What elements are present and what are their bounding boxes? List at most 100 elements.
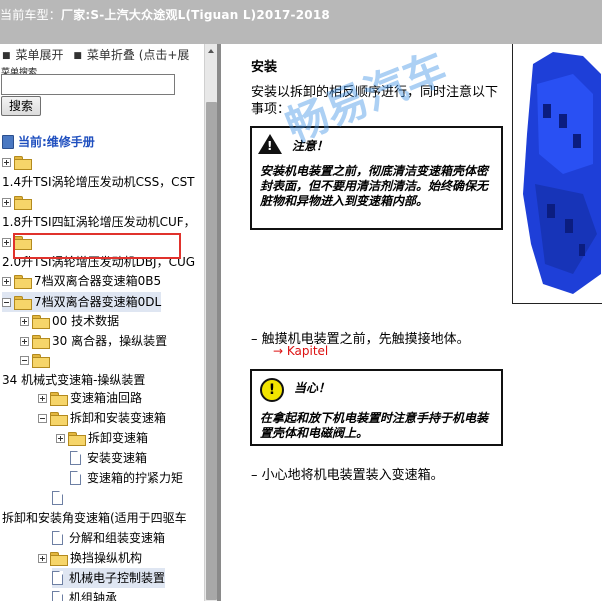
transmission-illustration [512, 44, 602, 304]
expand-plus-icon[interactable] [2, 238, 11, 247]
tree-item-label: 变速箱油回路 [70, 391, 143, 405]
tree-item[interactable]: 拆卸和安装角变速箱(适用于四驱车 [2, 508, 187, 528]
model-label: 当前车型： [0, 8, 62, 22]
tree-item-label: 安装变速箱 [87, 451, 148, 465]
square-icon: ■ [73, 51, 82, 61]
collapse-minus-icon[interactable] [38, 414, 47, 423]
tree-item[interactable]: 变速箱油回路 [38, 388, 142, 408]
title-bar: 当前车型：厂家:S-上汽大众途观L(Tiguan L)2017-2018 [0, 0, 602, 44]
tree-node[interactable] [20, 350, 52, 370]
document-icon [70, 471, 81, 485]
manual-book-icon [2, 135, 14, 149]
document-icon [52, 491, 63, 505]
note-title: 注意！ [292, 139, 329, 153]
folder-icon [68, 432, 86, 446]
tree-item-label: 变速箱的拧紧力矩 [87, 471, 184, 485]
folder-open-icon [50, 412, 68, 426]
caution-box: ! 当心！ 在拿起和放下机电装置时注意手持于机电装置壳体和电磁阀上。 [250, 369, 503, 446]
expand-plus-icon[interactable] [20, 337, 29, 346]
tree-item-label: 1.4升TSI涡轮增压发动机CSS，CST [2, 175, 195, 189]
tree-item[interactable]: 拆卸和安装变速箱 [38, 408, 166, 428]
tree-item-selected[interactable]: 7档双离合器变速箱0DL [2, 292, 162, 312]
note-text: 安装机电装置之前，彻底清洁变速箱壳体密封表面，但不要用清洁剂清洁。始终确保无脏物… [260, 164, 489, 208]
red-highlight-box [13, 233, 181, 259]
expand-plus-icon[interactable] [38, 554, 47, 563]
tree-item-label: 拆卸和安装变速箱 [70, 411, 167, 425]
tree-item-label: 机械电子控制装置 [69, 571, 166, 585]
tree-node[interactable] [2, 192, 34, 212]
tree-item[interactable]: 00 技术数据 [20, 311, 119, 331]
model-value: 厂家:S-上汽大众途观L(Tiguan L)2017-2018 [61, 8, 330, 22]
warning-triangle-icon [258, 134, 282, 154]
tree-node[interactable] [52, 488, 69, 508]
document-icon [52, 531, 63, 545]
tree-item-label: 分解和组装变速箱 [69, 531, 166, 545]
intro-paragraph: 安装以拆卸的相反顺序进行，同时注意以下事项： [251, 85, 499, 117]
tree-item[interactable]: 变速箱的拧紧力矩 [70, 468, 183, 488]
tree-item[interactable]: 1.8升TSI四缸涡轮增压发动机CUF， [2, 212, 196, 232]
tree-item-label: 机组轴承 [69, 591, 118, 601]
step-install-unit: – 小心地将机电装置装入变速箱。 [251, 468, 444, 483]
tree-item-label: 拆卸变速箱 [88, 431, 149, 445]
sidebar-scrollbar[interactable] [204, 44, 218, 601]
menu-expand-link[interactable]: 菜单展开 [16, 48, 64, 62]
tree-item[interactable]: 安装变速箱 [70, 448, 147, 468]
tree-item-label: 00 技术数据 [52, 314, 120, 328]
note-header: 注意！ [258, 134, 328, 154]
caution-header: ! 当心！ [260, 378, 330, 402]
folder-open-icon [14, 296, 32, 310]
current-label: 当前:维修手册 [18, 135, 95, 149]
tree-item-label: 7档双离合器变速箱0B5 [34, 274, 162, 288]
menu-toggle-line: ■ 菜单展开 ■ 菜单折叠 (点击+展 [2, 46, 189, 63]
section-title: 安装 [251, 60, 278, 75]
tree-item-highlighted[interactable]: 机械电子控制装置 [52, 568, 166, 588]
search-button[interactable]: 搜索 [1, 96, 41, 116]
tree-item-label: 7档双离合器变速箱0DL [34, 295, 162, 309]
expand-plus-icon[interactable] [20, 317, 29, 326]
search-input[interactable] [1, 74, 175, 95]
folder-icon [32, 315, 50, 329]
tree-item-label: 拆卸和安装角变速箱(适用于四驱车 [2, 511, 187, 525]
expand-plus-icon[interactable] [2, 198, 11, 207]
collapse-minus-icon[interactable] [2, 298, 11, 307]
folder-icon [14, 156, 32, 170]
kapitel-link[interactable]: → Kapitel [273, 344, 328, 358]
caution-text: 在拿起和放下机电装置时注意手持于机电装置壳体和电磁阀上。 [260, 411, 489, 440]
sidebar: ■ 菜单展开 ■ 菜单折叠 (点击+展 菜单搜索 搜索 当前:维修手册 1.4升TS… [0, 44, 217, 601]
expand-plus-icon[interactable] [38, 394, 47, 403]
tree-item[interactable]: 1.4升TSI涡轮增压发动机CSS，CST [2, 172, 195, 192]
caution-title: 当心！ [294, 381, 331, 395]
folder-icon [32, 335, 50, 349]
collapse-minus-icon[interactable] [20, 356, 29, 365]
tree-item-label: 34 机械式变速箱-操纵装置 [2, 373, 146, 387]
tree-node[interactable] [2, 152, 34, 172]
expand-plus-icon[interactable] [2, 158, 11, 167]
square-icon: ■ [2, 51, 11, 61]
tree-item[interactable]: 34 机械式变速箱-操纵装置 [2, 370, 145, 390]
document-viewer: 安装 安装以拆卸的相反顺序进行，同时注意以下事项： 注意！ 安装机电装置之前，彻… [221, 44, 602, 601]
tree-current[interactable]: 当前:维修手册 [2, 132, 95, 152]
tree-item[interactable]: 换挡操纵机构 [38, 548, 142, 568]
vehicle-model-text: 当前车型：厂家:S-上汽大众途观L(Tiguan L)2017-2018 [0, 6, 330, 23]
folder-icon [14, 275, 32, 289]
note-box: 注意！ 安装机电装置之前，彻底清洁变速箱壳体密封表面，但不要用清洁剂清洁。始终确… [250, 126, 503, 230]
tree-item[interactable]: 30 离合器，操纵装置 [20, 331, 167, 351]
tree-item-label: 换挡操纵机构 [70, 551, 143, 565]
tree-item[interactable]: 7档双离合器变速箱0B5 [2, 271, 161, 291]
tree-item[interactable]: 机组轴承 [52, 588, 117, 601]
document-icon [52, 571, 63, 585]
tree-item-label: 1.8升TSI四缸涡轮增压发动机CUF， [2, 215, 196, 229]
expand-plus-icon[interactable] [2, 277, 11, 286]
folder-icon [50, 392, 68, 406]
tree-item[interactable]: 拆卸变速箱 [56, 428, 148, 448]
folder-icon [50, 552, 68, 566]
tree-item[interactable]: 分解和组装变速箱 [52, 528, 165, 548]
expand-plus-icon[interactable] [56, 434, 65, 443]
tree-item-label: 30 离合器，操纵装置 [52, 334, 168, 348]
exclamation-circle-icon: ! [260, 378, 284, 402]
folder-icon [14, 196, 32, 210]
mechatronic-unit-image [523, 52, 601, 294]
folder-open-icon [32, 354, 50, 368]
menu-collapse-link[interactable]: 菜单折叠 (点击+展 [87, 48, 190, 62]
scroll-thumb[interactable] [206, 102, 217, 600]
